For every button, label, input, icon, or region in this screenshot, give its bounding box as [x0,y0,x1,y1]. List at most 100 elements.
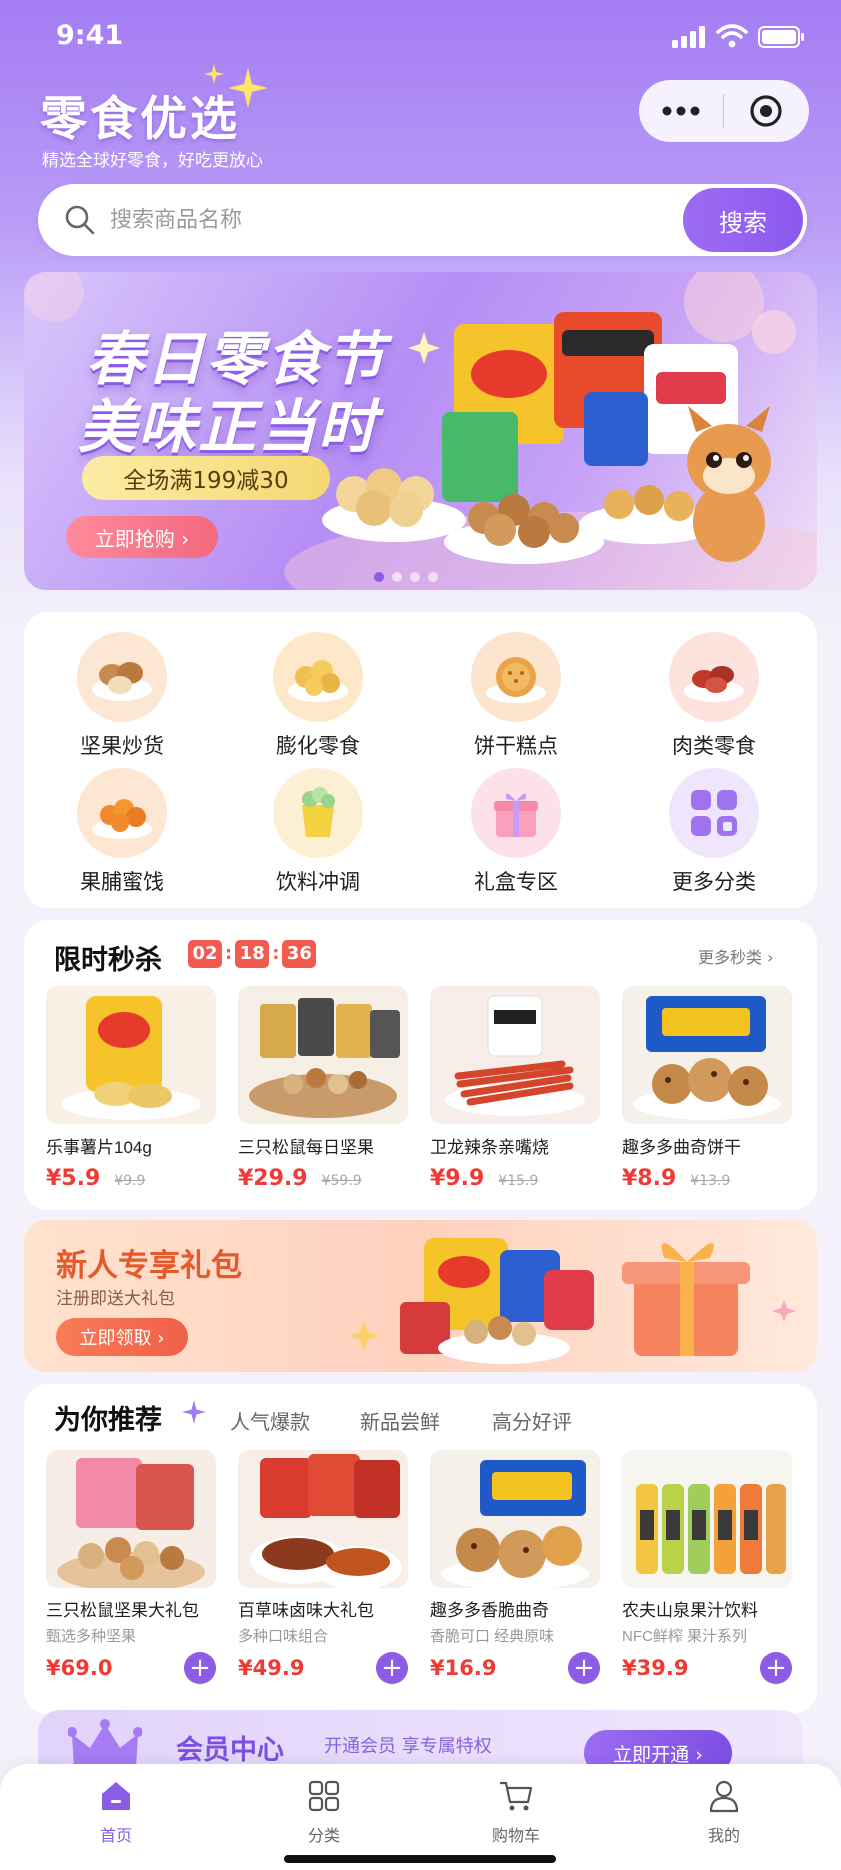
product-name: 卫龙辣条亲嘴烧 [430,1138,549,1157]
new-user-title: 新人专享礼包 [56,1248,242,1284]
banner-cta-button[interactable]: 立即抢购 › [66,516,218,558]
product-price: ¥16.9 [430,1656,497,1680]
miniprogram-capsule [639,80,809,142]
category-label: 饮料冲调 [276,871,360,894]
brand-slogan: 精选全球好零食，好吃更放心 [42,151,263,171]
nut-gift-pack-image [46,1450,216,1588]
flash-sale-more-link[interactable]: 更多秒类 › [698,944,774,968]
search-button[interactable]: 搜索 [683,188,803,252]
signal-icon [672,26,705,48]
flash-sale-item[interactable]: 趣多多曲奇饼干 ¥8.9 ¥13.9 [622,986,792,1191]
category-label: 更多分类 [672,871,756,894]
flash-sale-title: 限时秒杀 [54,945,162,976]
product-original-price: ¥15.9 [498,1173,539,1189]
banner-dot[interactable] [428,572,438,582]
tab-label: 分类 [307,1828,340,1845]
tab-new[interactable]: 新品尝鲜 [360,1406,440,1435]
search-bar: 搜索 [38,184,807,256]
flash-sale-item[interactable]: 乐事薯片104g ¥5.9 ¥9.9 [46,986,216,1191]
flash-sale-section: 限时秒杀 02:18:36 更多秒类 › 乐事薯片104g ¥5.9 ¥9.9 三… [24,920,817,1210]
tab-cart[interactable]: 购物车 [466,1778,566,1846]
target-icon[interactable] [724,80,808,142]
biscuit-icon [471,632,561,722]
product-price: ¥5.9 [46,1166,101,1191]
flash-sale-item[interactable]: 三只松鼠每日坚果 ¥29.9 ¥59.9 [238,986,408,1191]
braised-snacks-image [238,1450,408,1588]
product-original-price: ¥13.9 [690,1173,731,1189]
recommend-item[interactable]: 三只松鼠坚果大礼包 甄选多种坚果 ¥69.0 + [46,1450,216,1684]
product-name: 趣多多香脆曲奇 [430,1601,549,1620]
product-price: ¥29.9 [238,1166,308,1191]
category-label: 果脯蜜饯 [80,871,164,894]
recommend-item[interactable]: 农夫山泉果汁饮料 NFC鲜榨 果汁系列 ¥39.9 + [622,1450,792,1684]
cart-icon [499,1781,533,1811]
product-price: ¥9.9 [430,1166,485,1191]
countdown-hours: 02 [188,940,222,968]
status-bar: 9:41 [0,0,841,80]
category-item-puffed[interactable]: 膨化零食 [220,632,416,760]
category-item-jerky[interactable]: 肉类零食 [616,632,812,760]
product-name: 农夫山泉果汁饮料 [622,1601,758,1620]
sparkle-icon [204,64,268,108]
status-time: 9:41 [56,20,124,51]
product-subtitle: 甄选多种坚果 [46,1628,137,1645]
countdown-timer: 02:18:36 [188,940,317,968]
banner-title-line2: 美味正当时 [78,393,379,461]
category-item-nuts[interactable]: 坚果炒货 [24,632,220,760]
category-item-gift[interactable]: 礼盒专区 [418,768,614,896]
product-name: 三只松鼠每日坚果 [238,1138,374,1157]
battery-icon [758,26,804,48]
banner-promo-badge: 全场满199减30 [82,456,330,500]
grid-icon [669,768,759,858]
category-item-dried-fruit[interactable]: 果脯蜜饯 [24,768,220,896]
sparkle-icon [182,1400,206,1424]
category-item-drink[interactable]: 饮料冲调 [220,768,416,896]
tab-home[interactable]: 首页 [66,1778,166,1846]
member-subtitle: 开通会员 享专属特权 [324,1736,492,1757]
category-item-biscuit[interactable]: 饼干糕点 [418,632,614,760]
tab-top-rated[interactable]: 高分好评 [492,1406,572,1435]
promo-banner[interactable]: 春日零食节 美味正当时 全场满199减30 立即抢购 › [24,272,817,590]
home-icon [102,1782,130,1810]
new-user-subtitle: 注册即送大礼包 [56,1289,175,1309]
add-to-cart-button[interactable]: + [760,1652,792,1684]
tab-profile[interactable]: 我的 [674,1778,774,1846]
new-user-banner[interactable]: 新人专享礼包 注册即送大礼包 立即领取 › [24,1220,817,1372]
tab-label: 我的 [707,1828,740,1845]
tab-category[interactable]: 分类 [274,1778,374,1846]
flash-sale-item[interactable]: 卫龙辣条亲嘴烧 ¥9.9 ¥15.9 [430,986,600,1191]
countdown-seconds: 36 [282,940,317,968]
claim-gift-button[interactable]: 立即领取 › [56,1318,188,1356]
ellipsis-icon[interactable] [639,80,723,142]
nuts-icon [77,632,167,722]
recommend-section: 为你推荐 人气爆款 新品尝鲜 高分好评 三只松鼠坚果大礼包 甄选多种坚果 ¥69… [24,1384,817,1714]
product-name: 百草味卤味大礼包 [238,1601,374,1620]
banner-pagination [374,572,438,582]
gift-pack-illustration [348,1238,796,1364]
product-original-price: ¥59.9 [321,1173,362,1189]
category-item-more[interactable]: 更多分类 [616,768,812,896]
search-input[interactable] [110,200,670,240]
banner-dot[interactable] [410,572,420,582]
add-to-cart-button[interactable]: + [568,1652,600,1684]
category-grid: 坚果炒货 膨化零食 饼干糕点 肉类零食 果脯蜜饯 饮料冲调 礼盒专区 更多分类 [24,612,817,908]
countdown-minutes: 18 [235,940,270,968]
jerky-icon [669,632,759,722]
product-original-price: ¥9.9 [114,1173,146,1189]
mixed-nuts-image [238,986,408,1124]
drink-icon [273,768,363,858]
add-to-cart-button[interactable]: + [376,1652,408,1684]
banner-dot[interactable] [392,572,402,582]
category-label: 膨化零食 [276,735,360,758]
crispy-cookies-image [430,1450,600,1588]
recommend-item[interactable]: 趣多多香脆曲奇 香脆可口 经典原味 ¥16.9 + [430,1450,600,1684]
product-subtitle: NFC鲜榨 果汁系列 [622,1628,747,1645]
cookies-image [622,986,792,1124]
add-to-cart-button[interactable]: + [184,1652,216,1684]
recommend-item[interactable]: 百草味卤味大礼包 多种口味组合 ¥49.9 + [238,1450,408,1684]
product-subtitle: 香脆可口 经典原味 [430,1628,555,1645]
banner-dot[interactable] [374,572,384,582]
puffed-snack-icon [273,632,363,722]
tab-popular[interactable]: 人气爆款 [230,1406,310,1435]
spicy-strips-image [430,986,600,1124]
